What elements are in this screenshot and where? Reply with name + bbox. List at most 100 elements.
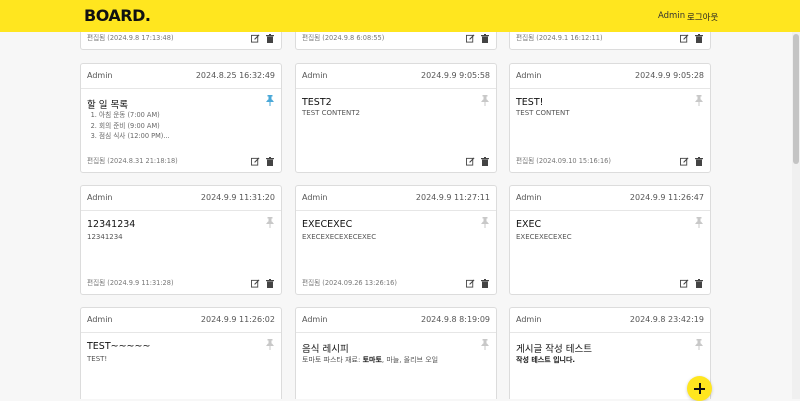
trash-icon[interactable]: [481, 34, 489, 43]
board-logo[interactable]: BOARD.: [84, 6, 151, 25]
post-card[interactable]: Admin 2024.9.9 11:26:47 EXEC EXECEXECEXE…: [509, 185, 711, 295]
trash-icon[interactable]: [266, 34, 274, 43]
pin-icon[interactable]: [481, 95, 489, 106]
card-header: Admin 2024.9.9 9:05:58: [296, 64, 496, 89]
post-content: TEST CONTENT: [516, 109, 570, 117]
edited-timestamp: 편집됨 (2024.9.8 6:08:55): [302, 34, 385, 42]
pin-icon[interactable]: [695, 339, 703, 350]
card-header: Admin 2024.9.8 23:42:19: [510, 308, 710, 333]
post-todo-list: 아침 운동 (7:00 AM) 회의 준비 (9:00 AM) 점심 식사 (1…: [87, 110, 170, 142]
scrollbar-thumb[interactable]: [793, 34, 799, 164]
post-author: Admin: [87, 71, 113, 80]
edit-icon[interactable]: [680, 34, 689, 43]
post-date: 2024.9.9 11:27:11: [415, 193, 490, 202]
post-content: TEST!: [87, 355, 108, 363]
trash-icon[interactable]: [481, 157, 489, 166]
post-author: Admin: [87, 315, 113, 324]
post-title: 게시글 작성 테스트: [516, 344, 592, 355]
trash-icon[interactable]: [266, 157, 274, 166]
post-date: 2024.9.9 11:31:20: [200, 193, 275, 202]
pin-icon[interactable]: [481, 217, 489, 228]
post-title: 12341234: [87, 219, 136, 230]
post-title: EXEC: [516, 219, 542, 230]
post-content: EXECEXECEXEC: [516, 233, 572, 241]
edit-icon[interactable]: [251, 279, 260, 288]
trash-icon[interactable]: [695, 34, 703, 43]
page-scrollbar[interactable]: [792, 0, 800, 399]
card-header: Admin 2024.9.9 11:26:47: [510, 186, 710, 211]
edited-timestamp: 편집됨 (2024.9.9 11:31:28): [87, 279, 174, 287]
card-header: Admin 2024.9.9 11:31:20: [81, 186, 281, 211]
content-text: , 마늘, 올리브 오일: [381, 356, 439, 364]
post-title: TEST!: [516, 97, 544, 108]
card-header: Admin 2024.8.25 16:32:49: [81, 64, 281, 89]
post-card[interactable]: Admin 2024.9.8 8:19:09 음식 레시피 토마토 파스타 재료…: [295, 307, 497, 399]
post-card[interactable]: Admin 2024.9.9 11:26:02 TEST~~~~~ TEST!: [80, 307, 282, 399]
pin-icon[interactable]: [481, 339, 489, 350]
post-title: TEST2: [302, 97, 332, 108]
pin-icon[interactable]: [695, 217, 703, 228]
post-date: 2024.9.9 11:26:47: [629, 193, 704, 202]
post-content: 작성 테스트 입니다.: [516, 355, 575, 365]
card-header: Admin 2024.9.9 11:27:11: [296, 186, 496, 211]
current-user: Admin: [658, 11, 686, 21]
edit-icon[interactable]: [466, 279, 475, 288]
edit-icon[interactable]: [680, 279, 689, 288]
post-title: EXECEXEC: [302, 219, 353, 230]
board-scroll-area[interactable]: 편집됨 (2024.9.8 17:13:48) 편집됨 (2024.9.8 6:…: [0, 0, 792, 399]
card-header: Admin 2024.9.9 9:05:28: [510, 64, 710, 89]
post-date: 2024.9.9 9:05:28: [634, 71, 704, 80]
edit-icon[interactable]: [680, 157, 689, 166]
post-author: Admin: [302, 315, 328, 324]
post-card[interactable]: Admin 2024.9.9 9:05:28 TEST! TEST CONTEN…: [509, 63, 711, 173]
pin-icon[interactable]: [266, 217, 274, 228]
content-text: 토마토 파스타 재료:: [302, 356, 363, 364]
trash-icon[interactable]: [695, 279, 703, 288]
post-date: 2024.9.9 11:26:02: [200, 315, 275, 324]
edited-timestamp: 편집됨 (2024.9.1 16:12:11): [516, 34, 603, 42]
trash-icon[interactable]: [695, 157, 703, 166]
content-bold: 작성 테스트 입니다.: [516, 356, 576, 364]
card-header: Admin 2024.9.9 11:26:02: [81, 308, 281, 333]
post-card[interactable]: Admin 2024.9.9 11:27:11 EXECEXEC EXECEXE…: [295, 185, 497, 295]
list-item: 아침 운동 (7:00 AM): [99, 110, 170, 121]
trash-icon[interactable]: [266, 279, 274, 288]
post-title: TEST~~~~~: [87, 341, 151, 352]
post-date: 2024.9.8 23:42:19: [629, 315, 704, 324]
post-content: EXECEXECEXECEXEC: [302, 233, 377, 241]
edited-timestamp: 편집됨 (2024.09.10 15:16:16): [516, 157, 611, 165]
card-header: Admin 2024.9.8 8:19:09: [296, 308, 496, 333]
top-header: BOARD. Admin 로그아웃: [0, 0, 800, 32]
post-card[interactable]: Admin 2024.9.9 11:31:20 12341234 1234123…: [80, 185, 282, 295]
post-content: 토마토 파스타 재료: 토마토, 마늘, 올리브 오일: [302, 355, 438, 365]
edit-icon[interactable]: [251, 34, 260, 43]
post-card[interactable]: Admin 2024.8.25 16:32:49 할 일 목록 아침 운동 (7…: [80, 63, 282, 173]
content-bold: 토마토: [362, 356, 382, 364]
edited-timestamp: 편집됨 (2024.9.8 17:13:48): [87, 34, 174, 42]
post-date: 2024.9.9 9:05:58: [420, 71, 490, 80]
post-author: Admin: [302, 71, 328, 80]
edited-timestamp: 편집됨 (2024.8.31 21:18:18): [87, 157, 178, 165]
post-card[interactable]: Admin 2024.9.9 9:05:58 TEST2 TEST CONTEN…: [295, 63, 497, 173]
add-post-button[interactable]: [687, 376, 712, 401]
post-author: Admin: [87, 193, 113, 202]
edit-icon[interactable]: [466, 34, 475, 43]
edit-icon[interactable]: [466, 157, 475, 166]
list-item: 점심 식사 (12:00 PM)...: [99, 131, 170, 142]
logout-button[interactable]: 로그아웃: [687, 11, 718, 23]
pin-icon[interactable]: [266, 95, 274, 106]
trash-icon[interactable]: [481, 279, 489, 288]
post-title: 할 일 목록: [87, 100, 128, 111]
edit-icon[interactable]: [251, 157, 260, 166]
post-author: Admin: [516, 71, 542, 80]
pin-icon[interactable]: [695, 95, 703, 106]
post-card[interactable]: Admin 2024.9.8 23:42:19 게시글 작성 테스트 작성 테스…: [509, 307, 711, 399]
pin-icon[interactable]: [266, 339, 274, 350]
post-author: Admin: [516, 315, 542, 324]
post-content: 12341234: [87, 233, 123, 241]
post-content: TEST CONTENT2: [302, 109, 360, 117]
post-author: Admin: [302, 193, 328, 202]
list-item: 회의 준비 (9:00 AM): [99, 121, 170, 132]
post-author: Admin: [516, 193, 542, 202]
post-date: 2024.8.25 16:32:49: [195, 71, 275, 80]
